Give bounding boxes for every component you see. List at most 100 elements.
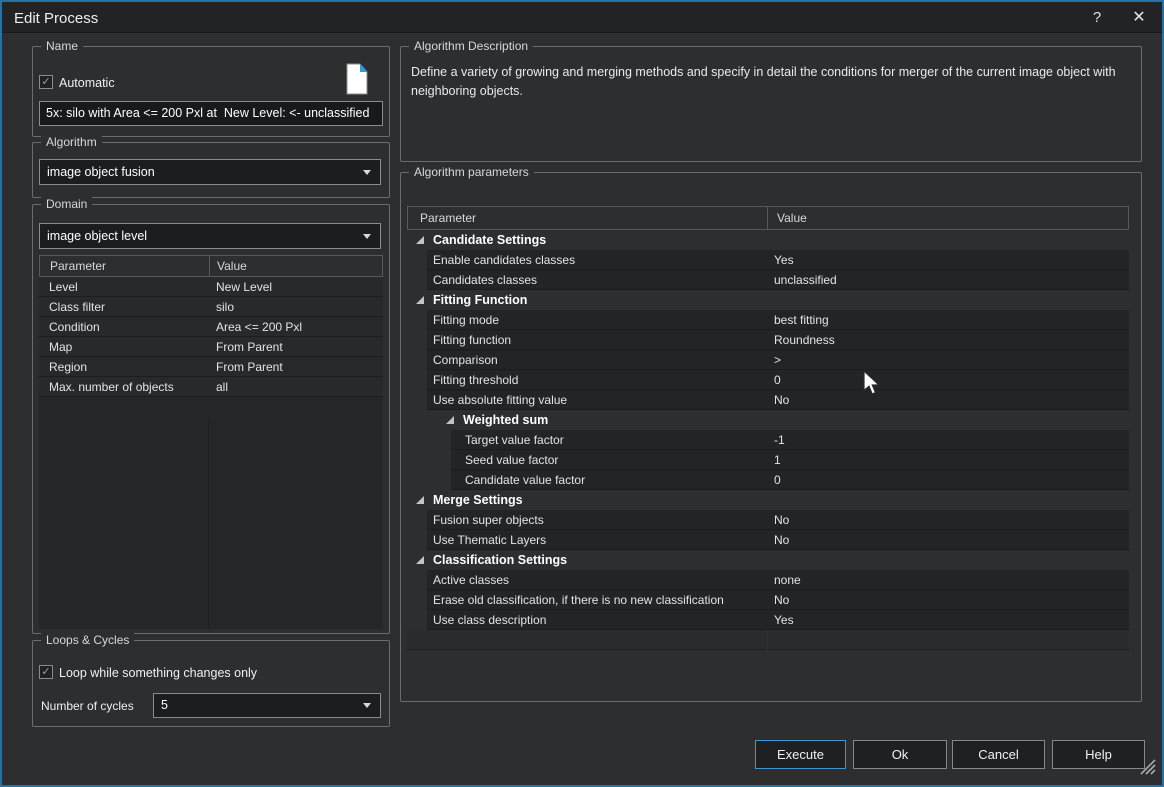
chevron-down-icon bbox=[363, 234, 371, 239]
cancel-button[interactable]: Cancel bbox=[952, 740, 1045, 769]
param-name: Enable candidates classes bbox=[433, 253, 575, 267]
help-button[interactable]: Help bbox=[1052, 740, 1145, 769]
param-row[interactable]: Candidate value factor0 bbox=[407, 470, 1129, 490]
param-name: Erase old classification, if there is no… bbox=[433, 593, 724, 607]
loop-while-changes-checkbox[interactable]: ✓ bbox=[39, 665, 53, 679]
param-empty-row[interactable] bbox=[407, 630, 1129, 650]
title-bar[interactable]: Edit Process ? ✕ bbox=[2, 2, 1162, 33]
param-name: Use class description bbox=[433, 613, 546, 627]
param-value: No bbox=[774, 393, 789, 407]
expand-triangle-icon[interactable] bbox=[446, 416, 454, 424]
param-row[interactable]: Fitting threshold0 bbox=[407, 370, 1129, 390]
column-divider[interactable] bbox=[209, 256, 210, 276]
domain-group: Domain image object level Parameter Valu… bbox=[32, 204, 390, 634]
chevron-down-icon bbox=[363, 703, 371, 708]
domain-row-parameter: Region bbox=[49, 360, 87, 374]
algorithm-description-group: Algorithm Description Define a variety o… bbox=[400, 46, 1142, 162]
param-value: No bbox=[774, 593, 789, 607]
number-of-cycles-select[interactable]: 5 bbox=[153, 693, 381, 718]
domain-table-row[interactable]: LevelNew Level bbox=[39, 277, 383, 297]
algorithm-description-text: Define a variety of growing and merging … bbox=[411, 63, 1127, 102]
param-row[interactable]: Target value factor-1 bbox=[407, 430, 1129, 450]
param-value: No bbox=[774, 533, 789, 547]
param-row[interactable]: Active classesnone bbox=[407, 570, 1129, 590]
param-name: Fitting threshold bbox=[433, 373, 518, 387]
domain-row-parameter: Max. number of objects bbox=[49, 380, 174, 394]
expand-triangle-icon[interactable] bbox=[416, 296, 424, 304]
domain-table-empty-area bbox=[39, 419, 383, 629]
param-value: 0 bbox=[774, 473, 781, 487]
algorithm-group-legend: Algorithm bbox=[41, 135, 102, 149]
param-row[interactable]: Fusion super objectsNo bbox=[407, 510, 1129, 530]
param-group-row[interactable]: Fitting Function bbox=[407, 290, 1129, 310]
param-row[interactable]: Seed value factor1 bbox=[407, 450, 1129, 470]
name-group: Name ✓ Automatic 5x: silo with Area <= 2… bbox=[32, 46, 390, 137]
param-row[interactable]: Candidates classesunclassified bbox=[407, 270, 1129, 290]
domain-table-row[interactable]: Region From Parent bbox=[39, 357, 383, 377]
domain-table-row[interactable]: MapFrom Parent bbox=[39, 337, 383, 357]
algorithm-parameters-group: Algorithm parameters Parameter Value Can… bbox=[400, 172, 1142, 702]
close-icon[interactable]: ✕ bbox=[1126, 6, 1152, 29]
algorithm-selected-value: image object fusion bbox=[47, 165, 155, 179]
execute-button[interactable]: Execute bbox=[755, 740, 846, 769]
domain-row-parameter: Class filter bbox=[49, 300, 105, 314]
expand-triangle-icon[interactable] bbox=[416, 496, 424, 504]
domain-table-row[interactable]: Class filter silo bbox=[39, 297, 383, 317]
domain-row-value: silo bbox=[216, 300, 234, 314]
loops-group-legend: Loops & Cycles bbox=[41, 633, 134, 647]
param-name: Fitting mode bbox=[433, 313, 499, 327]
param-row[interactable]: Use class description Yes bbox=[407, 610, 1129, 630]
param-value: best fitting bbox=[774, 313, 829, 327]
param-row[interactable]: Use absolute fitting valueNo bbox=[407, 390, 1129, 410]
help-icon[interactable]: ? bbox=[1084, 6, 1110, 29]
param-group-row[interactable]: Merge Settings bbox=[407, 490, 1129, 510]
domain-select[interactable]: image object level bbox=[39, 223, 381, 249]
cycles-selected-value: 5 bbox=[161, 698, 168, 712]
param-name: Use Thematic Layers bbox=[433, 533, 546, 547]
domain-selected-value: image object level bbox=[47, 229, 147, 243]
name-group-legend: Name bbox=[41, 39, 83, 53]
param-row[interactable]: Erase old classification, if there is no… bbox=[407, 590, 1129, 610]
param-group-row[interactable]: Classification Settings bbox=[407, 550, 1129, 570]
param-name: Fusion super objects bbox=[433, 513, 544, 527]
param-row[interactable]: Comparison> bbox=[407, 350, 1129, 370]
param-row[interactable]: Fitting mode best fitting bbox=[407, 310, 1129, 330]
expand-triangle-icon[interactable] bbox=[416, 236, 424, 244]
algorithm-select[interactable]: image object fusion bbox=[39, 159, 381, 185]
description-group-legend: Algorithm Description bbox=[409, 39, 533, 53]
document-icon[interactable] bbox=[345, 63, 369, 100]
param-group-label: Candidate Settings bbox=[433, 233, 546, 247]
param-name: Candidates classes bbox=[433, 273, 537, 287]
param-value: Yes bbox=[774, 613, 794, 627]
column-divider bbox=[208, 419, 209, 629]
param-group-row[interactable]: Weighted sum bbox=[407, 410, 1129, 430]
domain-table-row[interactable]: Max. number of objectsall bbox=[39, 377, 383, 397]
domain-table-body: LevelNew Level Class filter silo ConditionA… bbox=[39, 277, 383, 397]
dialog-title: Edit Process bbox=[14, 10, 98, 27]
param-group-label: Merge Settings bbox=[433, 493, 523, 507]
ok-button[interactable]: Ok bbox=[853, 740, 947, 769]
automatic-checkbox[interactable]: ✓ bbox=[39, 75, 53, 89]
domain-table-header: Parameter Value bbox=[39, 255, 383, 277]
expand-triangle-icon[interactable] bbox=[416, 556, 424, 564]
parameters-group-legend: Algorithm parameters bbox=[409, 165, 534, 179]
parameters-table: Parameter Value Candidate SettingsEnable… bbox=[407, 206, 1129, 676]
param-row[interactable]: Fitting functionRoundness bbox=[407, 330, 1129, 350]
param-row[interactable]: Use Thematic Layers No bbox=[407, 530, 1129, 550]
process-name-input[interactable]: 5x: silo with Area <= 200 Pxl at New Lev… bbox=[39, 101, 383, 126]
param-value: -1 bbox=[774, 433, 785, 447]
domain-row-value: Area <= 200 Pxl bbox=[216, 320, 302, 334]
resize-grip[interactable] bbox=[1138, 757, 1156, 780]
column-divider[interactable] bbox=[767, 207, 768, 229]
param-value: Roundness bbox=[774, 333, 835, 347]
number-of-cycles-label: Number of cycles bbox=[41, 699, 134, 713]
domain-row-value: From Parent bbox=[216, 360, 283, 374]
row-background bbox=[768, 630, 1129, 650]
param-group-row[interactable]: Candidate Settings bbox=[407, 230, 1129, 250]
domain-table-row[interactable]: ConditionArea <= 200 Pxl bbox=[39, 317, 383, 337]
domain-header-value: Value bbox=[217, 259, 247, 273]
automatic-checkbox-label: Automatic bbox=[59, 76, 115, 90]
param-row[interactable]: Enable candidates classesYes bbox=[407, 250, 1129, 270]
domain-table: Parameter Value LevelNew LevelClass filt… bbox=[39, 255, 383, 629]
domain-row-parameter: Level bbox=[49, 280, 78, 294]
